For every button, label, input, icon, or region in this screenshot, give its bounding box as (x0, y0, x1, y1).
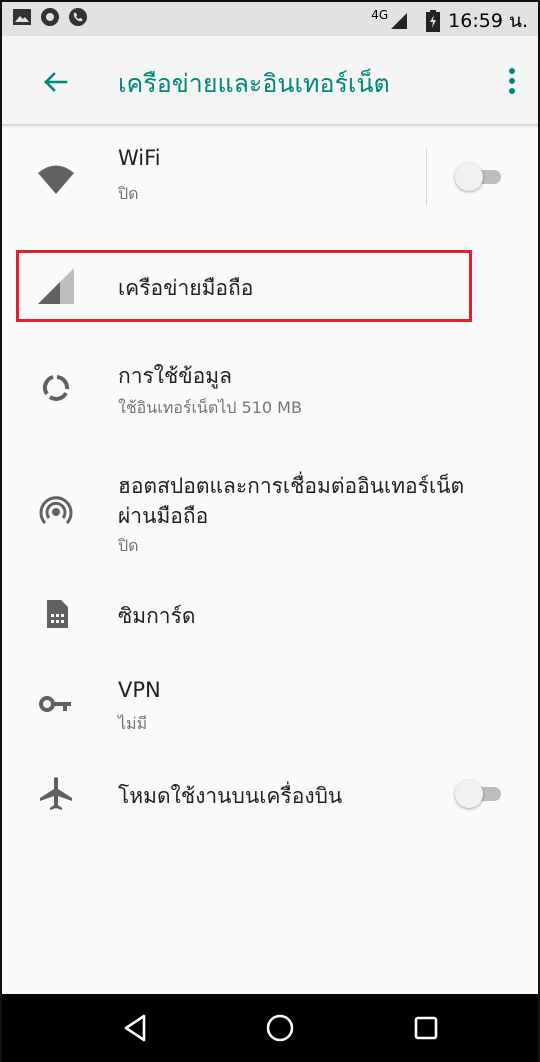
screenshot-frame (0, 0, 540, 1062)
